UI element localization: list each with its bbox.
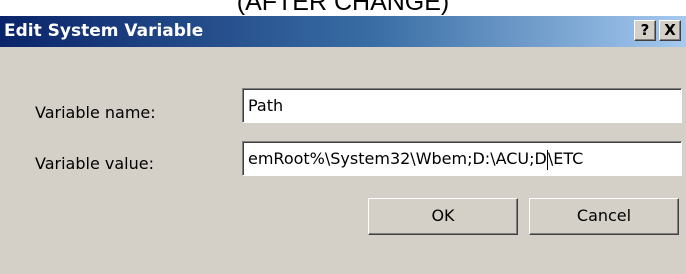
variable-value-text-after-caret: \ETC [547, 149, 584, 168]
close-button[interactable]: X [659, 20, 681, 41]
help-button[interactable]: ? [634, 20, 656, 41]
variable-name-field[interactable]: Path [242, 88, 682, 123]
variable-name-label: Variable name: [35, 103, 156, 122]
help-icon: ? [640, 21, 650, 39]
edit-system-variable-dialog: Edit System Variable ? X Variable name: … [0, 16, 686, 274]
dialog-title: Edit System Variable [4, 21, 204, 41]
variable-value-label: Variable value: [35, 154, 154, 173]
cancel-button[interactable]: Cancel [529, 198, 679, 235]
after-change-caption: (AFTER CHANGE) [236, 0, 450, 16]
title-bar[interactable]: Edit System Variable ? X [0, 16, 686, 47]
screenshot-page: (AFTER CHANGE) Edit System Variable ? X … [0, 0, 686, 274]
ok-button[interactable]: OK [368, 198, 518, 235]
variable-value-text-before-caret: emRoot%\System32\Wbem;D:\ACU;D [248, 149, 547, 168]
variable-value-field[interactable]: emRoot%\System32\Wbem;D:\ACU;D\ETC [242, 141, 682, 176]
close-icon: X [664, 21, 676, 39]
variable-name-value: Path [248, 96, 284, 115]
